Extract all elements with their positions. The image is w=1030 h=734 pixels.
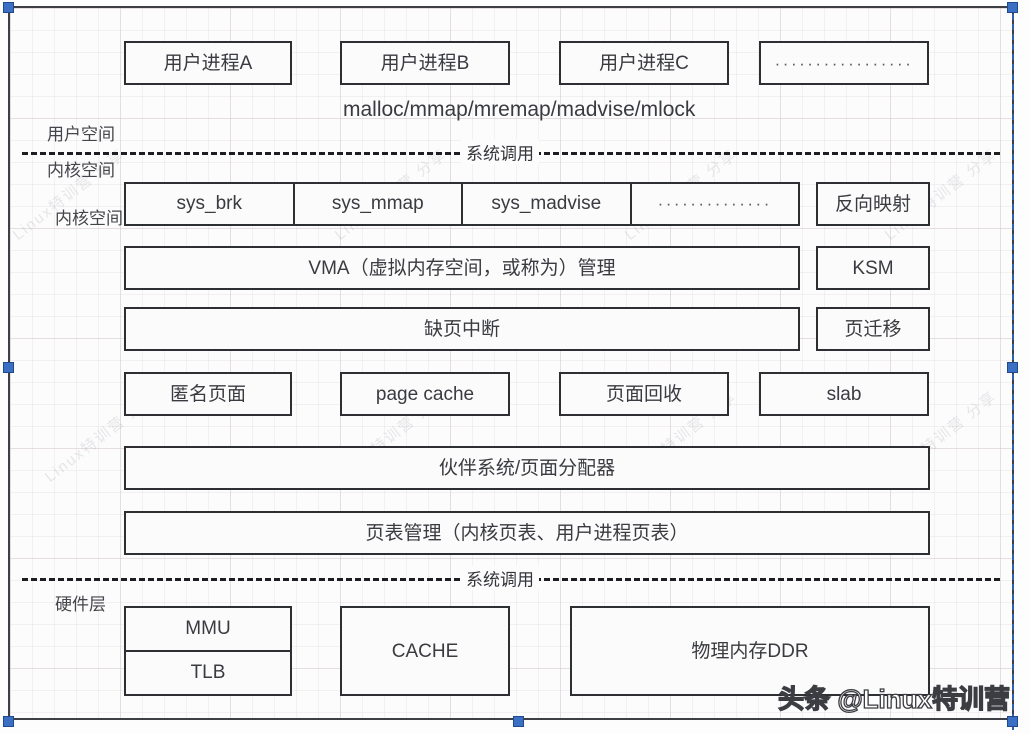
selection-handle-bottom-right[interactable]	[1007, 716, 1018, 727]
ellipsis-label: ·················	[774, 53, 914, 73]
anonymous-page-label: 匿名页面	[169, 383, 246, 405]
selection-handle-top-right[interactable]	[1007, 2, 1018, 13]
selection-handle-top-left[interactable]	[3, 2, 14, 13]
sys-brk-label: sys_brk	[176, 193, 242, 214]
diagram-canvas: Linux特训营 分享 Linux特训营 分享 Linux特训营 分享 Linu…	[0, 0, 1030, 734]
tlb-label: TLB	[190, 662, 226, 683]
user-process-b-box[interactable]: 用户进程B	[340, 41, 510, 85]
ksm-box[interactable]: KSM	[816, 246, 930, 290]
selection-handle-bottom-left[interactable]	[3, 716, 14, 727]
buddy-allocator-label: 伙伴系统/页面分配器	[438, 457, 616, 479]
selection-handle-middle-right[interactable]	[1007, 362, 1018, 373]
user-process-c-box[interactable]: 用户进程C	[559, 41, 729, 85]
hardware-layer-label: 硬件层	[55, 595, 106, 614]
user-process-a-box[interactable]: 用户进程A	[124, 41, 292, 85]
mmu-label: MMU	[185, 618, 231, 639]
selection-handle-middle-left[interactable]	[3, 362, 14, 373]
page-migration-box[interactable]: 页迁移	[816, 307, 930, 351]
page-table-management-label: 页表管理（内核页表、用户进程页表）	[365, 522, 689, 544]
user-process-b-label: 用户进程B	[380, 52, 470, 74]
user-process-a-label: 用户进程A	[163, 52, 253, 74]
tlb-box[interactable]: TLB	[126, 652, 290, 694]
selection-handle-bottom-center[interactable]	[513, 716, 524, 727]
anonymous-page-box[interactable]: 匿名页面	[124, 372, 292, 416]
sys-madvise-cell[interactable]: sys_madvise	[463, 184, 632, 224]
vma-box[interactable]: VMA（虚拟内存空间，或称为）管理	[124, 246, 800, 290]
user-process-c-label: 用户进程C	[599, 52, 689, 74]
page-reclaim-label: 页面回收	[605, 383, 682, 405]
ellipsis-label: ··············	[657, 194, 772, 213]
page-cache-box[interactable]: page cache	[340, 372, 510, 416]
sys-mmap-label: sys_mmap	[331, 193, 424, 214]
page-table-management-box[interactable]: 页表管理（内核页表、用户进程页表）	[124, 511, 930, 555]
memory-api-label: malloc/mmap/mremap/madvise/mlock	[343, 98, 696, 121]
slab-label: slab	[826, 383, 862, 405]
syscall-row: sys_brk sys_mmap sys_madvise ···········…	[124, 182, 800, 226]
page-reclaim-box[interactable]: 页面回收	[559, 372, 729, 416]
user-space-label: 用户空间	[47, 125, 115, 144]
page-fault-label: 缺页中断	[423, 318, 500, 340]
cache-label: CACHE	[391, 640, 459, 662]
sys-mmap-cell[interactable]: sys_mmap	[295, 184, 463, 224]
cache-box[interactable]: CACHE	[340, 606, 510, 696]
syscall-more-cell[interactable]: ··············	[632, 184, 799, 224]
mmu-tlb-stack: MMU TLB	[124, 606, 292, 696]
slab-box[interactable]: slab	[759, 372, 929, 416]
mmu-box[interactable]: MMU	[126, 608, 290, 652]
page-migration-label: 页迁移	[844, 318, 902, 340]
syscall-divider-top-caption: 系统调用	[461, 139, 539, 165]
physical-memory-ddr-label: 物理内存DDR	[691, 640, 809, 662]
buddy-allocator-box[interactable]: 伙伴系统/页面分配器	[124, 446, 930, 490]
kernel-space-label-side: 内核空间	[55, 209, 123, 228]
sys-brk-cell[interactable]: sys_brk	[126, 184, 295, 224]
kernel-space-label-top: 内核空间	[47, 161, 115, 180]
reverse-mapping-box[interactable]: 反向映射	[816, 182, 930, 226]
reverse-mapping-label: 反向映射	[834, 193, 911, 215]
user-process-more-box[interactable]: ·················	[759, 41, 929, 85]
vma-label: VMA（虚拟内存空间，或称为）管理	[308, 257, 616, 279]
sys-madvise-label: sys_madvise	[491, 193, 602, 214]
page-fault-box[interactable]: 缺页中断	[124, 307, 800, 351]
page-cache-label: page cache	[375, 383, 475, 405]
syscall-divider-bottom-caption: 系统调用	[461, 565, 539, 591]
channel-watermark: 头条 @Linux特训营	[777, 683, 1010, 714]
ksm-label: KSM	[852, 257, 894, 279]
